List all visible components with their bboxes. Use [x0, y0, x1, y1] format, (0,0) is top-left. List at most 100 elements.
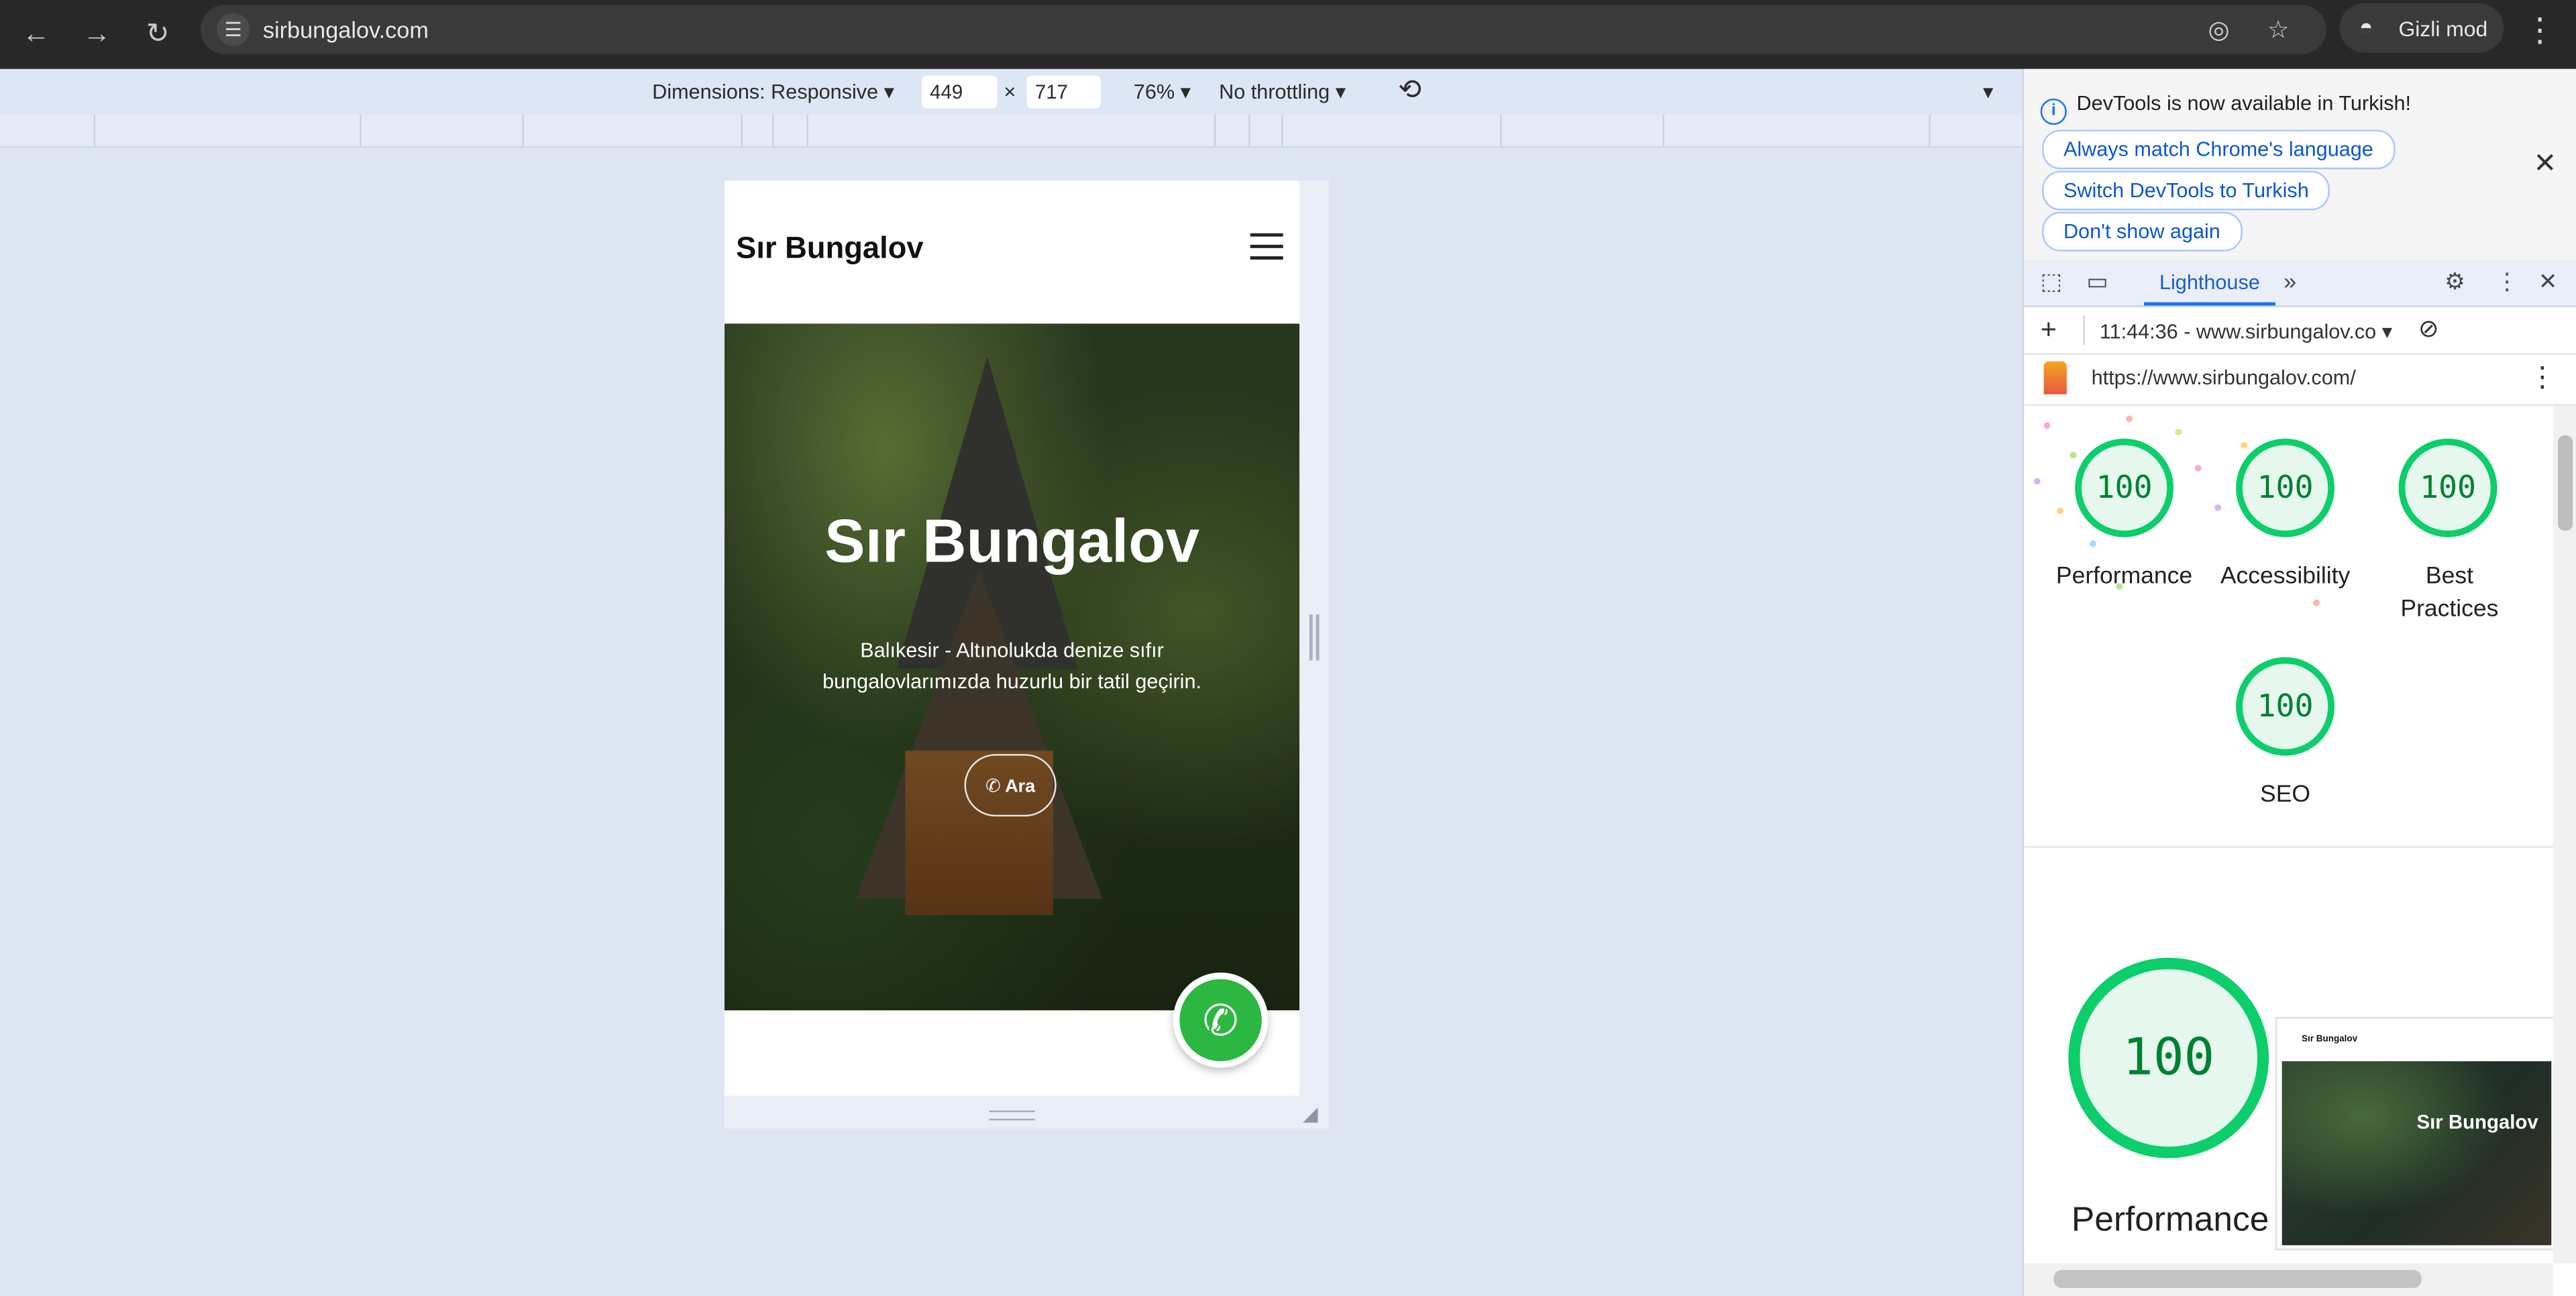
back-icon[interactable]: ←	[15, 13, 58, 56]
rotate-icon[interactable]: ⟲	[1398, 74, 1421, 107]
devtools-menu-icon[interactable]: ⋮	[2496, 268, 2518, 296]
confetti	[2241, 441, 2248, 449]
hero-section: Sır Bungalov Balıkesir - Altınolukda den…	[724, 323, 1300, 1011]
dimensions-select[interactable]: Dimensions: Responsive ▾	[652, 79, 894, 104]
performance-label: Performance	[2055, 563, 2193, 590]
ruler-segment	[1214, 115, 1216, 146]
star-icon[interactable]: ☆	[2267, 15, 2290, 44]
language-banner: i DevTools is now available in Turkish! A…	[2024, 68, 2576, 260]
confetti	[2043, 422, 2051, 429]
info-icon: i	[2040, 98, 2067, 125]
ruler-segment	[1281, 115, 1283, 146]
device-options-icon[interactable]: ▾	[1983, 79, 1993, 103]
lighthouse-report: 100 Performance 100 Accessibility 100 Be…	[2024, 405, 2553, 1264]
banner-text: DevTools is now available in Turkish!	[2076, 92, 2412, 115]
height-input[interactable]: 717	[1026, 75, 1101, 109]
eye-off-icon[interactable]: ◎	[2208, 15, 2229, 44]
best-practices-gauge[interactable]: 100	[2398, 438, 2498, 537]
clear-icon[interactable]: ⊘	[2418, 314, 2439, 343]
forward-icon[interactable]: →	[76, 13, 119, 56]
ruler-segment	[1499, 115, 1502, 146]
device-toggle-icon[interactable]: ▭	[2086, 268, 2108, 296]
scrollbar-thumb[interactable]	[2558, 435, 2573, 531]
ruler-segment	[93, 115, 96, 146]
report-selector-label: 11:44:36 - www.sirbungalov.co	[2099, 320, 2377, 343]
lighthouse-logo-icon	[2043, 361, 2067, 394]
accessibility-gauge[interactable]: 100	[2236, 438, 2335, 537]
confetti	[2194, 465, 2202, 472]
ruler-segment	[1929, 115, 1931, 146]
hero-title: Sır Bungalov	[824, 507, 1199, 576]
site-info-icon[interactable]: ☰	[217, 13, 250, 46]
zoom-select[interactable]: 76% ▾	[1133, 79, 1191, 104]
horizontal-scrollbar[interactable]	[2024, 1263, 2553, 1296]
resize-grip-icon	[989, 1110, 1035, 1121]
throttling-select[interactable]: No throttling ▾	[1219, 79, 1346, 104]
browser-menu-icon[interactable]: ⋮	[2524, 10, 2557, 51]
devtools-panel: i DevTools is now available in Turkish! A…	[2022, 68, 2576, 1296]
whatsapp-icon: ✆	[1179, 979, 1262, 1062]
reload-icon[interactable]: ↻	[136, 13, 179, 56]
ruler-segment	[806, 115, 808, 146]
zoom-label: 76%	[1133, 80, 1175, 104]
dimensions-label: Dimensions: Responsive	[652, 80, 879, 104]
seo-label: SEO	[2260, 781, 2311, 808]
report-divider	[2024, 846, 2553, 848]
height-resize-handle[interactable]	[724, 1095, 1330, 1129]
hero-subtitle: Balıkesir - Altınolukda denize sıfır bun…	[822, 639, 1202, 694]
url-text[interactable]: sirbungalov.com	[263, 16, 429, 42]
phone-icon: ✆	[985, 777, 1001, 797]
scrollbar-thumb[interactable]	[2053, 1270, 2422, 1289]
best-practices-label: Best Practices	[2400, 563, 2499, 623]
report-selector[interactable]: 11:44:36 - www.sirbungalov.co ▾	[2100, 319, 2392, 343]
device-viewport: Sır Bungalov Sır Bungalov Balıkesir - Al…	[724, 180, 1300, 1096]
devtools-tabs: ⬚ ▭ Lighthouse » ⚙ ⋮ ✕	[2024, 259, 2576, 307]
add-report-icon[interactable]: +	[2041, 314, 2057, 347]
inspect-icon[interactable]: ⬚	[2041, 268, 2062, 296]
dont-show-button[interactable]: Don't show again	[2042, 211, 2242, 252]
ruler-segment	[741, 115, 743, 146]
thumbnail-hero-image	[2282, 1061, 2552, 1246]
report-menu-icon[interactable]: ⋮	[2528, 362, 2557, 394]
devtools-close-icon[interactable]: ✕	[2538, 268, 2558, 296]
site-logo[interactable]: Sır Bungalov	[736, 230, 923, 266]
incognito-button[interactable]: ◓ Gizli mod	[2339, 3, 2504, 53]
match-language-button[interactable]: Always match Chrome's language	[2042, 129, 2395, 170]
confetti	[2313, 599, 2320, 606]
hamburger-menu-icon[interactable]	[1250, 233, 1283, 260]
report-url-bar: https://www.sirbungalov.com/ ⋮	[2024, 354, 2576, 406]
vertical-scrollbar[interactable]	[2553, 405, 2576, 1264]
width-resize-handle[interactable]	[1309, 614, 1320, 661]
confetti	[2090, 540, 2096, 547]
tab-lighthouse[interactable]: Lighthouse	[2143, 260, 2275, 306]
throttling-label: No throttling	[1219, 80, 1330, 104]
seo-gauge[interactable]: 100	[2236, 657, 2335, 756]
switch-language-button[interactable]: Switch DevTools to Turkish	[2042, 170, 2330, 211]
thumbnail-title: Sır Bungalov	[2416, 1110, 2538, 1134]
thumbnail-logo: Sır Bungalov	[2302, 1034, 2358, 1045]
dimension-separator: ×	[1004, 80, 1016, 104]
call-button[interactable]: ✆ Ara	[964, 754, 1057, 817]
browser-toolbar: ← → ↻ ☰ sirbungalov.com ◎ ☆ ◓ Gizli mod …	[0, 0, 2576, 69]
lighthouse-toolbar: + 11:44:36 - www.sirbungalov.co ▾ ⊘	[2024, 307, 2576, 355]
settings-icon[interactable]: ⚙	[2445, 268, 2465, 296]
ruler-segment	[1248, 115, 1250, 146]
corner-resize-icon[interactable]: ◢	[1303, 1102, 1318, 1125]
close-icon[interactable]: ✕	[2533, 148, 2557, 180]
call-button-label: Ara	[1005, 777, 1036, 797]
whatsapp-button[interactable]: ✆	[1173, 972, 1269, 1068]
toolbar-divider	[2083, 315, 2085, 345]
accessibility-label: Accessibility	[2220, 563, 2351, 590]
main-performance-gauge: 100	[2068, 957, 2269, 1158]
address-bar[interactable]: ☰ sirbungalov.com ◎ ☆	[200, 5, 2326, 54]
ruler-segment	[1662, 115, 1664, 146]
media-query-ruler[interactable]	[0, 115, 2023, 148]
confetti	[2214, 504, 2222, 511]
confetti	[2033, 478, 2041, 485]
incognito-label: Gizli mod	[2398, 16, 2488, 42]
width-input[interactable]: 449	[921, 75, 998, 109]
confetti	[2070, 451, 2077, 459]
performance-gauge[interactable]: 100	[2075, 438, 2174, 537]
more-tabs-icon[interactable]: »	[2284, 268, 2296, 294]
report-url[interactable]: https://www.sirbungalov.com/	[2092, 366, 2356, 389]
